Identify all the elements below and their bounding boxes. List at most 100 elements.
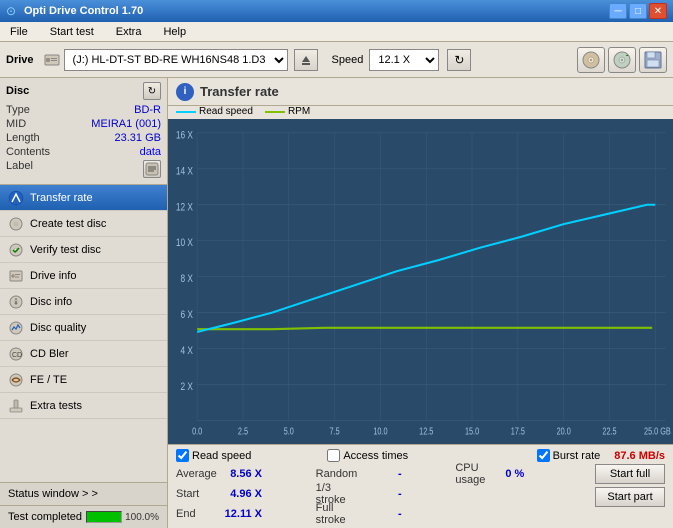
- svg-text:15.0: 15.0: [465, 425, 479, 436]
- nav-item-extra-tests[interactable]: Extra tests: [0, 393, 167, 419]
- svg-text:7.5: 7.5: [330, 425, 340, 436]
- menu-extra[interactable]: Extra: [110, 24, 148, 40]
- speed-select[interactable]: 12.1 X: [369, 49, 439, 71]
- disc-label-label: Label: [6, 160, 33, 178]
- nav-label-fe-te: FE / TE: [30, 374, 67, 386]
- nav-item-cd-bler[interactable]: CD CD Bler: [0, 341, 167, 367]
- svg-text:10 X: 10 X: [176, 237, 194, 249]
- read-speed-checkbox[interactable]: [176, 449, 189, 462]
- chart-header: i Transfer rate: [168, 78, 673, 106]
- disc-label-button[interactable]: [143, 160, 161, 178]
- stats-data-area: Average 8.56 X Start 4.96 X End 12.11 X: [176, 464, 665, 524]
- create-test-disc-icon: [8, 216, 24, 232]
- stat-cpu-row: CPU usage 0 %: [455, 464, 591, 484]
- stat-random-value: -: [362, 468, 402, 480]
- svg-text:6 X: 6 X: [180, 309, 193, 321]
- svg-text:10.0: 10.0: [373, 425, 387, 436]
- nav-label-cd-bler: CD Bler: [30, 348, 69, 360]
- nav-label-extra-tests: Extra tests: [30, 400, 82, 412]
- disc-button-2[interactable]: [608, 47, 636, 73]
- svg-text:5.0: 5.0: [284, 425, 294, 436]
- start-buttons: Start full Start part: [595, 464, 665, 507]
- disc-type-row: Type BD-R: [6, 104, 161, 116]
- minimize-button[interactable]: ─: [609, 3, 627, 19]
- nav-item-disc-info[interactable]: Disc info: [0, 289, 167, 315]
- legend-rpm-label: RPM: [288, 106, 310, 117]
- drive-select[interactable]: (J:) HL-DT-ST BD-RE WH16NS48 1.D3: [64, 49, 288, 71]
- maximize-button[interactable]: □: [629, 3, 647, 19]
- disc-length-row: Length 23.31 GB: [6, 132, 161, 144]
- stat-start-row: Start 4.96 X: [176, 484, 312, 504]
- stat-random-label: Random: [316, 468, 356, 480]
- menu-bar: File Start test Extra Help: [0, 22, 673, 42]
- verify-test-disc-icon: [8, 242, 24, 258]
- title-bar-title: Opti Drive Control 1.70: [24, 5, 143, 17]
- cd-bler-icon: CD: [8, 346, 24, 362]
- drive-icon-buttons: [577, 47, 667, 73]
- stat-random-row: Random -: [316, 464, 452, 484]
- disc-button-1[interactable]: [577, 47, 605, 73]
- access-times-checkbox[interactable]: [327, 449, 340, 462]
- disc-info-icon: [8, 294, 24, 310]
- progress-percent: 100.0%: [125, 512, 159, 523]
- nav-item-drive-info[interactable]: Drive info: [0, 263, 167, 289]
- disc-refresh-button[interactable]: ↻: [143, 82, 161, 100]
- nav-label-verify-test-disc: Verify test disc: [30, 244, 101, 256]
- disc-contents-row: Contents data: [6, 146, 161, 158]
- nav-item-transfer-rate[interactable]: Transfer rate: [0, 185, 167, 211]
- save-button[interactable]: [639, 47, 667, 73]
- legend-read-speed-color: [176, 111, 196, 113]
- legend-read-speed-label: Read speed: [199, 106, 253, 117]
- stat-average-row: Average 8.56 X: [176, 464, 312, 484]
- svg-text:25.0 GB: 25.0 GB: [644, 425, 671, 436]
- stat-end-label: End: [176, 508, 216, 520]
- stat-fullstroke-label: Full stroke: [316, 502, 356, 526]
- status-window-label: Status window > >: [8, 488, 98, 500]
- nav-item-verify-test-disc[interactable]: Verify test disc: [0, 237, 167, 263]
- drive-select-wrapper: (J:) HL-DT-ST BD-RE WH16NS48 1.D3: [44, 49, 288, 71]
- nav-label-transfer-rate: Transfer rate: [30, 192, 93, 204]
- stat-stroke13-value: -: [362, 488, 402, 500]
- menu-help[interactable]: Help: [157, 24, 192, 40]
- disc-contents-value: data: [140, 146, 161, 158]
- status-window-button[interactable]: Status window > >: [0, 482, 167, 506]
- test-completed-label: Test completed: [8, 511, 82, 523]
- disc-title: Disc: [6, 85, 29, 97]
- start-part-button[interactable]: Start part: [595, 487, 665, 507]
- title-bar-buttons: ─ □ ✕: [609, 3, 667, 19]
- progress-fill: [87, 512, 121, 522]
- start-full-button[interactable]: Start full: [595, 464, 665, 484]
- svg-text:16 X: 16 X: [176, 129, 194, 141]
- eject-button[interactable]: [294, 49, 318, 71]
- svg-text:22.5: 22.5: [602, 425, 616, 436]
- menu-file[interactable]: File: [4, 24, 34, 40]
- close-button[interactable]: ✕: [649, 3, 667, 19]
- read-speed-checkbox-item: Read speed: [176, 449, 251, 462]
- svg-text:12 X: 12 X: [176, 201, 194, 213]
- legend-read-speed: Read speed: [176, 106, 253, 117]
- burst-rate-value: 87.6 MB/s: [614, 450, 665, 462]
- nav-item-disc-quality[interactable]: Disc quality: [0, 315, 167, 341]
- disc-type-label: Type: [6, 104, 30, 116]
- nav-label-drive-info: Drive info: [30, 270, 76, 282]
- nav-item-fe-te[interactable]: FE / TE: [0, 367, 167, 393]
- stats-col-2: Random - 1/3 stroke - Full stroke -: [316, 464, 452, 524]
- speed-refresh-button[interactable]: ↻: [447, 49, 471, 71]
- svg-text:17.5: 17.5: [511, 425, 525, 436]
- burst-rate-checkbox[interactable]: [537, 449, 550, 462]
- read-speed-checkbox-label: Read speed: [192, 450, 251, 462]
- nav-item-create-test-disc[interactable]: Create test disc: [0, 211, 167, 237]
- stat-stroke13-row: 1/3 stroke -: [316, 484, 452, 504]
- title-bar: Opti Drive Control 1.70 ─ □ ✕: [0, 0, 673, 22]
- disc-mid-value: MEIRA1 (001): [91, 118, 161, 130]
- menu-start-test[interactable]: Start test: [44, 24, 100, 40]
- svg-text:2.5: 2.5: [238, 425, 248, 436]
- disc-section: Disc ↻ Type BD-R MID MEIRA1 (001) Length…: [0, 78, 167, 185]
- stat-fullstroke-value: -: [362, 508, 402, 520]
- disc-label-row: Label: [6, 160, 161, 178]
- stat-end-value: 12.11 X: [222, 508, 262, 520]
- stat-fullstroke-row: Full stroke -: [316, 504, 452, 524]
- stats-area: Read speed Access times Burst rate 87.6 …: [168, 444, 673, 528]
- stat-cpu-label: CPU usage: [455, 462, 495, 486]
- nav-label-create-test-disc: Create test disc: [30, 218, 106, 230]
